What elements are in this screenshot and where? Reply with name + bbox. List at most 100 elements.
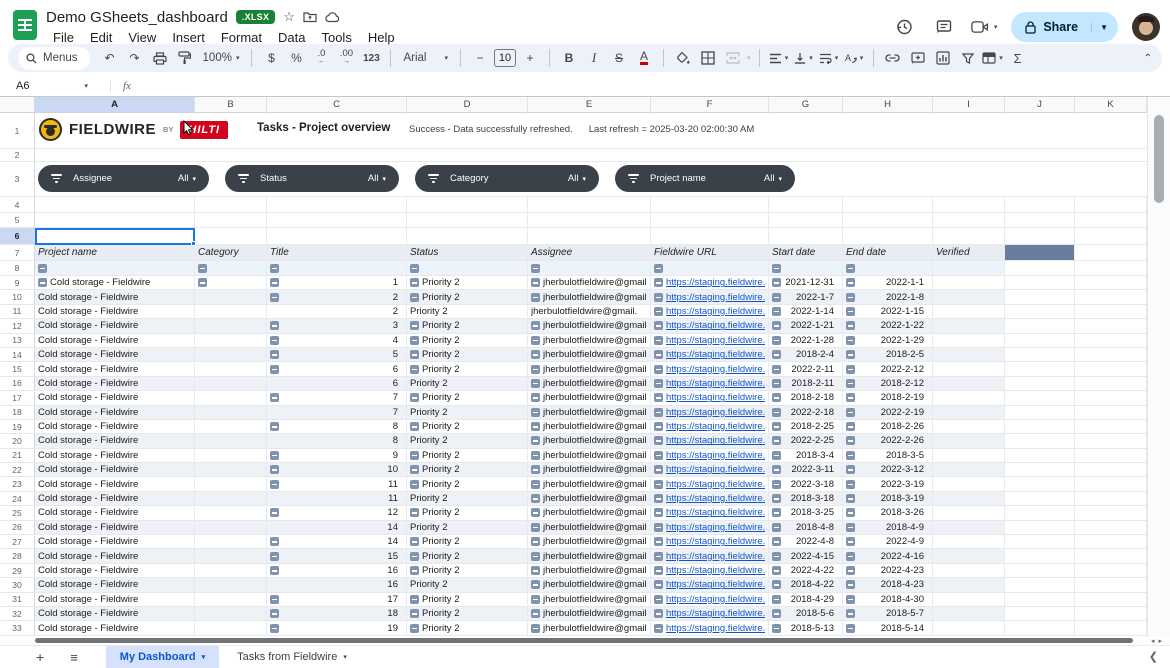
cell-A-row[interactable]: Project name [35, 245, 195, 260]
cell-G-row[interactable]: 2018-3-18 [769, 492, 843, 505]
cell-A-row[interactable]: Cold storage - Fieldwire [35, 362, 195, 375]
cell-I-row[interactable] [933, 477, 1005, 490]
row-header-4[interactable]: 4 [0, 197, 35, 212]
collapse-chip[interactable] [410, 451, 419, 460]
column-header-A[interactable]: A [35, 97, 195, 113]
table-views-button[interactable]: ▾ [982, 47, 1004, 69]
cell-H-row[interactable]: 2022-2-19 [843, 406, 933, 419]
collapse-chip[interactable] [772, 408, 781, 417]
collapse-chip[interactable] [410, 624, 419, 633]
cell-I-row[interactable] [933, 578, 1005, 591]
collapse-chip[interactable] [270, 422, 279, 431]
column-header-H[interactable]: H [843, 97, 933, 113]
collapse-chip[interactable] [270, 508, 279, 517]
collapse-chip[interactable] [846, 523, 855, 532]
cell-G-row[interactable]: 2018-2-25 [769, 420, 843, 433]
collapse-chip[interactable] [531, 393, 540, 402]
collapse-chip[interactable] [846, 336, 855, 345]
cell-D-row[interactable]: Priority 2 [407, 305, 528, 318]
fieldwire-link[interactable]: https://staging.fieldwire.c [666, 522, 765, 533]
row-header-16[interactable]: 16 [0, 377, 35, 390]
cell-B-row[interactable] [195, 377, 267, 390]
cell-C-row[interactable]: 14 [267, 521, 407, 534]
cell-I-row[interactable] [933, 549, 1005, 562]
cell-I-row[interactable] [933, 593, 1005, 606]
collapse-chip[interactable] [270, 393, 279, 402]
row-header-22[interactable]: 22 [0, 463, 35, 476]
font-size-input[interactable]: 10 [494, 49, 516, 67]
cell-D-row[interactable]: Status [407, 245, 528, 260]
cell-A-row[interactable]: Cold storage - Fieldwire [35, 305, 195, 318]
collapse-chip[interactable] [531, 595, 540, 604]
cell-D-row[interactable]: Priority 2 [407, 406, 528, 419]
cell-G-row[interactable]: 2018-2-11 [769, 377, 843, 390]
cell-F-row[interactable] [651, 261, 769, 275]
cell-F-row[interactable]: https://staging.fieldwire.c [651, 535, 769, 548]
cell-I-row[interactable] [933, 334, 1005, 347]
cell-B-row[interactable] [195, 463, 267, 476]
row-header-32[interactable]: 32 [0, 607, 35, 620]
row-header-29[interactable]: 29 [0, 564, 35, 577]
cell-G-row[interactable]: 2022-1-7 [769, 290, 843, 303]
sheets-logo-icon[interactable] [12, 8, 38, 42]
cell-D-row[interactable]: Priority 2 [407, 578, 528, 591]
create-filter-button[interactable] [957, 47, 979, 69]
horizontal-scrollbar-thumb[interactable] [35, 638, 1133, 643]
row-header-25[interactable]: 25 [0, 506, 35, 519]
collapse-chip[interactable] [531, 609, 540, 618]
collapse-chip[interactable] [772, 494, 781, 503]
cell-C-row[interactable]: 10 [267, 463, 407, 476]
collapse-chip[interactable] [772, 451, 781, 460]
column-header-C[interactable]: C [267, 97, 407, 113]
fieldwire-link[interactable]: https://staging.fieldwire.c [666, 464, 765, 475]
cell-G-row[interactable] [769, 197, 843, 212]
cell-J-row[interactable] [1005, 228, 1075, 244]
cell-K-row[interactable] [1075, 463, 1147, 476]
collapse-chip[interactable] [846, 451, 855, 460]
row-header-23[interactable]: 23 [0, 477, 35, 490]
collapse-chip[interactable] [772, 508, 781, 517]
cell-I-row[interactable] [933, 391, 1005, 404]
collapse-chip[interactable] [654, 422, 663, 431]
cell-C-row[interactable]: 18 [267, 607, 407, 620]
cell-D-row[interactable]: Priority 2 [407, 521, 528, 534]
collapse-chip[interactable] [654, 278, 663, 287]
paint-format-button[interactable] [174, 47, 196, 69]
collapse-chip[interactable] [846, 566, 855, 575]
row-header-26[interactable]: 26 [0, 521, 35, 534]
cell-A-row[interactable]: Cold storage - Fieldwire [35, 564, 195, 577]
cell-J-row[interactable] [1005, 434, 1075, 447]
cell-G-row[interactable]: 2022-4-15 [769, 549, 843, 562]
cell-I-row[interactable] [933, 463, 1005, 476]
collapse-chip[interactable] [654, 307, 663, 316]
cell-G-row[interactable]: 2022-3-18 [769, 477, 843, 490]
cell-G-row[interactable]: 2022-2-25 [769, 434, 843, 447]
cell-K-row[interactable] [1075, 449, 1147, 462]
collapse-chip[interactable] [846, 365, 855, 374]
cell-I-row[interactable] [933, 521, 1005, 534]
cell-H-row[interactable]: 2018-2-5 [843, 348, 933, 361]
collapse-chip[interactable] [270, 595, 279, 604]
cell-F-row[interactable]: https://staging.fieldwire.c [651, 334, 769, 347]
cell-F-row[interactable]: Fieldwire URL [651, 245, 769, 260]
cell-C-row[interactable]: 4 [267, 334, 407, 347]
cell-H-row[interactable]: 2018-3-26 [843, 506, 933, 519]
collapse-chip[interactable] [531, 624, 540, 633]
collapse-chip[interactable] [410, 393, 419, 402]
cell-D-row[interactable]: Priority 2 [407, 420, 528, 433]
collapse-chip[interactable] [410, 278, 419, 287]
cell-B-row[interactable] [195, 362, 267, 375]
row-header-6[interactable]: 6 [0, 228, 35, 244]
collapse-chip[interactable] [654, 609, 663, 618]
cell-G-row[interactable]: 2022-3-11 [769, 463, 843, 476]
cell-A-row[interactable] [35, 197, 195, 212]
cell-J-row[interactable] [1005, 245, 1075, 260]
cell-B-row[interactable]: Category [195, 245, 267, 260]
vertical-align-button[interactable]: ▾ [793, 47, 815, 69]
cell-J-row[interactable] [1005, 276, 1075, 289]
cell-C-row[interactable]: 16 [267, 564, 407, 577]
row-header-28[interactable]: 28 [0, 549, 35, 562]
cell-I-row[interactable] [933, 276, 1005, 289]
row-header-15[interactable]: 15 [0, 362, 35, 375]
fieldwire-link[interactable]: https://staging.fieldwire.c [666, 479, 765, 490]
